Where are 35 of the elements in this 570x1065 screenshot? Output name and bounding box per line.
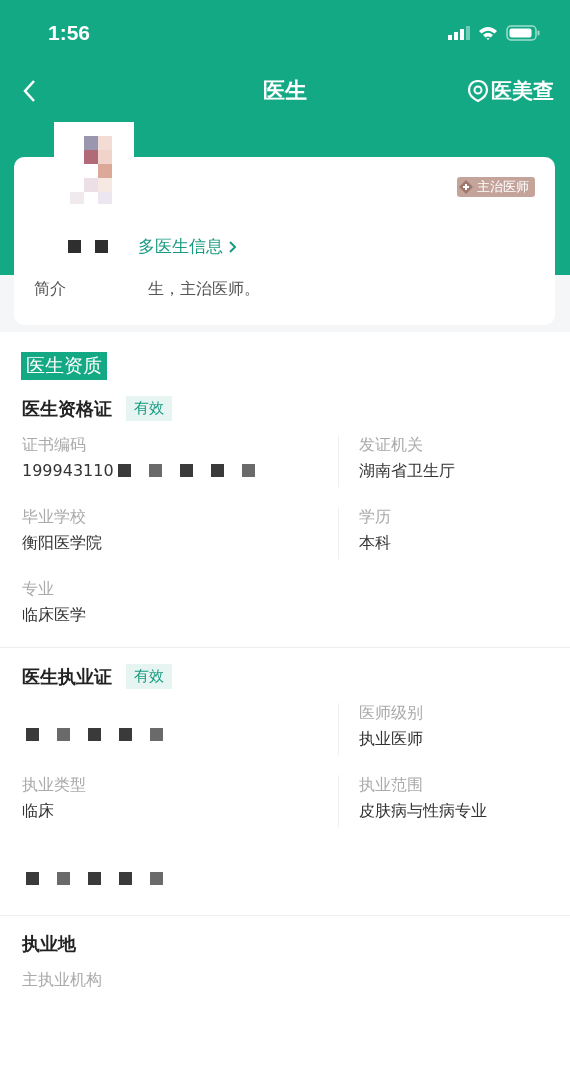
battery-icon xyxy=(506,25,540,41)
field-value: 皮肤病与性病专业 xyxy=(359,801,487,822)
more-info-link[interactable]: 多医生信息 xyxy=(138,235,237,258)
field-value: 临床 xyxy=(22,801,54,822)
field-value: 湖南省卫生厅 xyxy=(359,461,455,482)
signal-icon xyxy=(448,26,470,40)
field-label: 毕业学校 xyxy=(22,507,87,528)
wifi-icon xyxy=(478,26,498,40)
field-label: 证书编码 xyxy=(22,435,87,456)
certificate-title: 医生执业证 xyxy=(22,664,112,689)
field-label: 执业类型 xyxy=(22,775,87,796)
title-badge: 主治医师 xyxy=(457,177,535,197)
field-label: 医师级别 xyxy=(359,703,424,724)
status-badge: 有效 xyxy=(126,396,172,421)
section-tag: 医生资质 xyxy=(21,352,107,380)
chevron-icon xyxy=(229,240,237,253)
status-time: 1:56 xyxy=(48,21,91,45)
field-label: 专业 xyxy=(22,579,55,600)
field-value: 执业医师 xyxy=(359,729,423,750)
field-value: 199943110 xyxy=(22,461,114,480)
field-value: 衡阳医学院 xyxy=(22,533,102,554)
intro-label: 简介 xyxy=(34,279,66,300)
field-value: 临床医学 xyxy=(22,605,86,626)
status-badge: 有效 xyxy=(126,664,172,689)
location-pin-icon xyxy=(467,79,489,103)
field-label: 发证机关 xyxy=(359,435,424,456)
field-label: 学历 xyxy=(359,507,392,528)
field-label: 执业范围 xyxy=(359,775,424,796)
page-title: 医生 xyxy=(263,77,307,105)
section-title: 执业地 xyxy=(22,932,77,956)
field-label: 主执业机构 xyxy=(22,970,103,991)
field-value: 本科 xyxy=(359,533,391,554)
check-link[interactable]: 医美查 xyxy=(491,77,554,105)
certificate-title: 医生资格证 xyxy=(22,396,112,421)
intro-text: 生，主治医师。 xyxy=(148,279,260,300)
